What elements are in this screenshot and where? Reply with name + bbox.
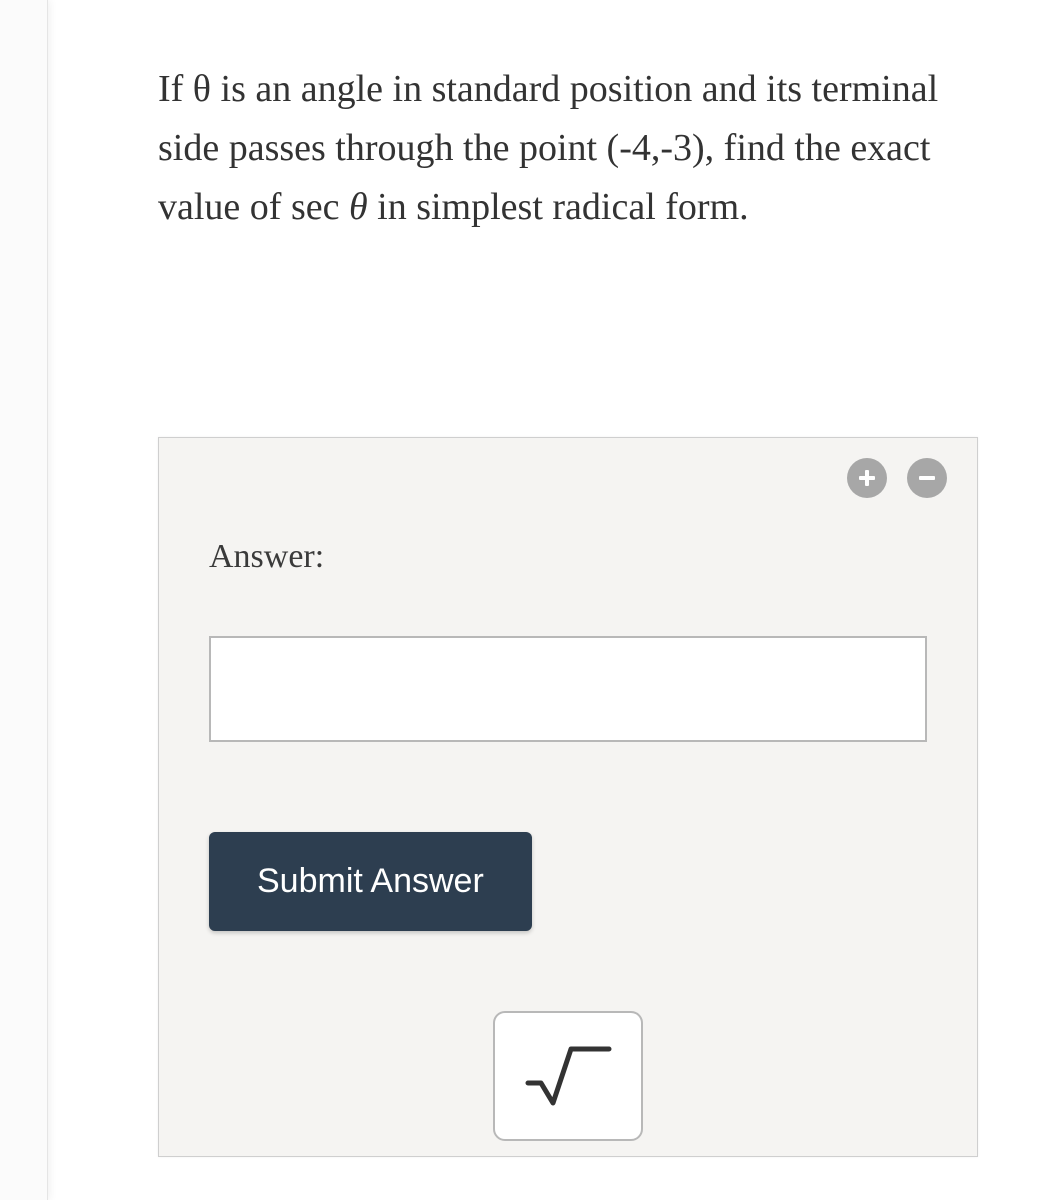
question-func: sec — [291, 186, 340, 228]
question-text: If θ is an angle in standard position an… — [158, 60, 978, 237]
submit-answer-button[interactable]: Submit Answer — [209, 832, 532, 931]
content-area: If θ is an angle in standard position an… — [48, 0, 1038, 1200]
answer-label: Answer: — [209, 538, 927, 576]
sqrt-button[interactable] — [493, 1011, 643, 1141]
plus-icon — [857, 468, 877, 488]
question-var: θ — [349, 186, 368, 228]
minus-icon — [917, 468, 937, 488]
answer-panel: Answer: Submit Answer — [158, 437, 978, 1157]
sqrt-icon — [523, 1041, 613, 1111]
question-suffix: in simplest radical form. — [368, 186, 749, 228]
page-left-margin — [0, 0, 48, 1200]
zoom-out-button[interactable] — [907, 458, 947, 498]
panel-controls — [847, 458, 947, 498]
zoom-in-button[interactable] — [847, 458, 887, 498]
answer-input[interactable] — [209, 636, 927, 742]
